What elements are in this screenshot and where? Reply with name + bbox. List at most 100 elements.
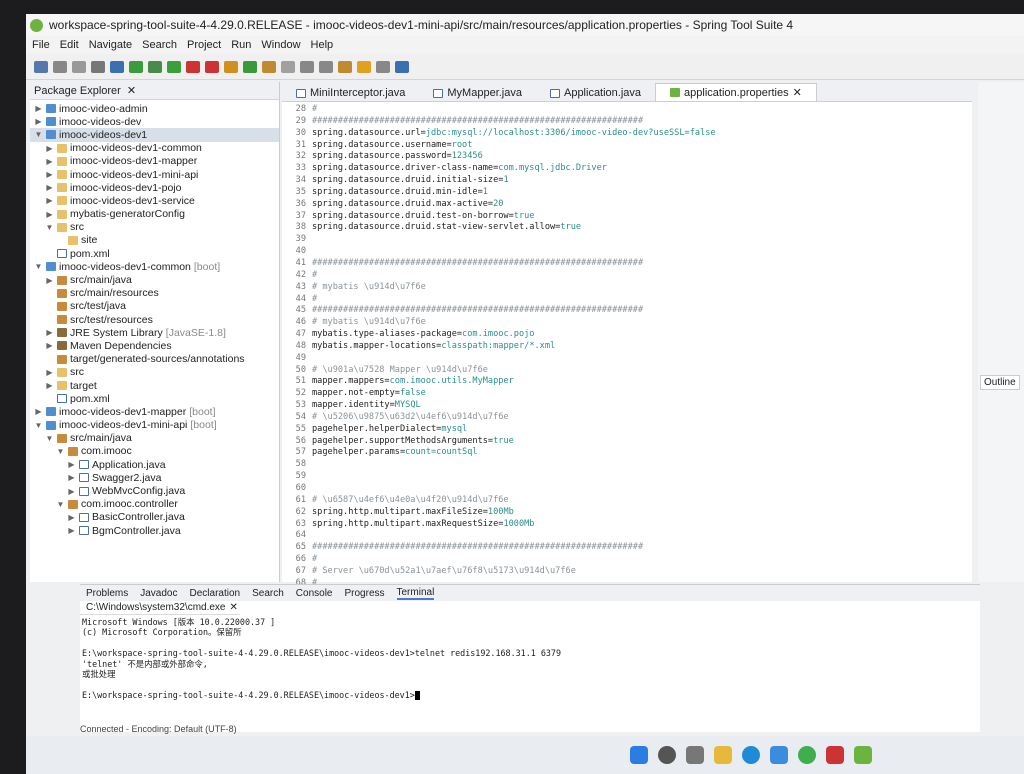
tree-item[interactable]: ▶ src	[30, 366, 279, 379]
tree-item[interactable]: ▶ imooc-video-admin	[30, 102, 279, 115]
chevron-right-icon[interactable]: ▶	[45, 157, 54, 166]
chevron-right-icon[interactable]: ▶	[45, 210, 54, 219]
terminal-output[interactable]: Microsoft Windows [版本 10.0.22000.37 ] (c)…	[80, 615, 980, 702]
menu-file[interactable]: File	[32, 39, 50, 51]
toolbar-button-icon[interactable]	[319, 60, 333, 73]
chevron-down-icon[interactable]: ▼	[34, 130, 43, 139]
toolbar-button-icon[interactable]	[53, 60, 67, 73]
chevron-right-icon[interactable]: ▶	[45, 381, 54, 390]
tree-item[interactable]: ▼ src	[30, 221, 279, 234]
toolbar-button-icon[interactable]	[186, 60, 200, 73]
tree-item[interactable]: ▶ imooc-videos-dev1-common	[30, 142, 279, 155]
package-explorer-tab[interactable]: Package Explorer	[34, 85, 121, 97]
close-icon[interactable]: ✕	[793, 86, 802, 99]
tree-item[interactable]: ▶ imooc-videos-dev1-mini-api	[30, 168, 279, 181]
tab-progress[interactable]: Progress	[344, 588, 384, 599]
tree-item[interactable]: ▶ BgmController.java	[30, 524, 279, 537]
tree-item[interactable]: ▶ BasicController.java	[30, 511, 279, 524]
toolbar-button-icon[interactable]	[376, 60, 390, 73]
editor-tab[interactable]: application.properties ✕	[655, 83, 817, 101]
toolbar-button-icon[interactable]	[243, 60, 257, 73]
tree-item[interactable]: src/main/resources	[30, 287, 279, 300]
chevron-right-icon[interactable]: ▶	[45, 183, 54, 192]
chevron-right-icon[interactable]: ▶	[34, 407, 43, 416]
app-icon[interactable]	[826, 746, 844, 764]
start-icon[interactable]	[630, 746, 648, 764]
toolbar-button-icon[interactable]	[205, 60, 219, 73]
toolbar-button-icon[interactable]	[129, 60, 143, 73]
editor-tab[interactable]: Application.java	[536, 85, 655, 101]
tree-item[interactable]: ▶ JRE System Library [JavaSE-1.8]	[30, 326, 279, 339]
chevron-down-icon[interactable]: ▼	[56, 447, 65, 456]
tab-declaration[interactable]: Declaration	[190, 588, 241, 599]
chevron-right-icon[interactable]: ▶	[34, 104, 43, 113]
tree-item[interactable]: ▶ imooc-videos-dev1-pojo	[30, 181, 279, 194]
task-view-icon[interactable]	[686, 746, 704, 764]
outline-tab[interactable]: Outline	[980, 375, 1020, 390]
chevron-right-icon[interactable]: ▶	[67, 526, 76, 535]
tree-item[interactable]: ▶ Maven Dependencies	[30, 339, 279, 352]
sts-icon[interactable]	[854, 746, 872, 764]
tree-item[interactable]: ▼ imooc-videos-dev1-mini-api [boot]	[30, 419, 279, 432]
tree-item[interactable]: ▶ mybatis-generatorConfig	[30, 208, 279, 221]
chevron-right-icon[interactable]: ▶	[45, 368, 54, 377]
chevron-right-icon[interactable]: ▶	[67, 487, 76, 496]
tree-item[interactable]: src/test/java	[30, 300, 279, 313]
toolbar-button-icon[interactable]	[34, 60, 48, 73]
toolbar-button-icon[interactable]	[224, 60, 238, 73]
chevron-down-icon[interactable]: ▼	[56, 500, 65, 509]
chevron-down-icon[interactable]: ▼	[45, 223, 54, 232]
chevron-down-icon[interactable]: ▼	[34, 421, 43, 430]
menu-search[interactable]: Search	[142, 39, 177, 51]
toolbar-button-icon[interactable]	[395, 60, 409, 73]
tree-item[interactable]: src/test/resources	[30, 313, 279, 326]
terminal-session-tab[interactable]: C:\Windows\system32\cmd.exe ✕	[80, 601, 240, 615]
tab-search[interactable]: Search	[252, 588, 284, 599]
menu-navigate[interactable]: Navigate	[89, 39, 132, 51]
toolbar-button-icon[interactable]	[167, 60, 181, 73]
tab-console[interactable]: Console	[296, 588, 333, 599]
menu-window[interactable]: Window	[261, 39, 300, 51]
toolbar-button-icon[interactable]	[91, 60, 105, 73]
tree-item[interactable]: ▼ com.imooc	[30, 445, 279, 458]
chevron-down-icon[interactable]: ▼	[34, 262, 43, 271]
tab-problems[interactable]: Problems	[86, 588, 128, 599]
close-icon[interactable]: ✕	[127, 84, 136, 97]
chevron-right-icon[interactable]: ▶	[45, 196, 54, 205]
chevron-right-icon[interactable]: ▶	[45, 144, 54, 153]
toolbar-button-icon[interactable]	[148, 60, 162, 73]
tab-javadoc[interactable]: Javadoc	[140, 588, 177, 599]
store-icon[interactable]	[770, 746, 788, 764]
editor-tab[interactable]: MiniInterceptor.java	[282, 85, 419, 101]
tree-item[interactable]: ▼ com.imooc.controller	[30, 498, 279, 511]
toolbar-button-icon[interactable]	[338, 60, 352, 73]
tree-item[interactable]: ▶ target	[30, 379, 279, 392]
chevron-right-icon[interactable]: ▶	[67, 513, 76, 522]
tree-item[interactable]: ▶ WebMvcConfig.java	[30, 484, 279, 497]
tree-item[interactable]: pom.xml	[30, 247, 279, 260]
tree-item[interactable]: ▶ imooc-videos-dev1-service	[30, 194, 279, 207]
edge-icon[interactable]	[742, 746, 760, 764]
tree-item[interactable]: site	[30, 234, 279, 247]
toolbar-button-icon[interactable]	[357, 60, 371, 73]
tree-item[interactable]: pom.xml	[30, 392, 279, 405]
app-icon[interactable]	[798, 746, 816, 764]
tree-item[interactable]: ▶ Application.java	[30, 458, 279, 471]
tree-item[interactable]: ▶ src/main/java	[30, 273, 279, 286]
toolbar-button-icon[interactable]	[300, 60, 314, 73]
chevron-down-icon[interactable]: ▼	[45, 434, 54, 443]
tree-item[interactable]: ▼ imooc-videos-dev1	[30, 128, 279, 142]
menu-run[interactable]: Run	[231, 39, 251, 51]
toolbar-button-icon[interactable]	[281, 60, 295, 73]
chevron-right-icon[interactable]: ▶	[45, 328, 54, 337]
tree-item[interactable]: ▶ Swagger2.java	[30, 471, 279, 484]
tree-item[interactable]: ▶ imooc-videos-dev1-mapper	[30, 155, 279, 168]
search-icon[interactable]	[658, 746, 676, 764]
toolbar-button-icon[interactable]	[262, 60, 276, 73]
tree-item[interactable]: target/generated-sources/annotations	[30, 353, 279, 366]
editor-tab[interactable]: MyMapper.java	[419, 85, 536, 101]
toolbar-button-icon[interactable]	[72, 60, 86, 73]
chevron-right-icon[interactable]: ▶	[67, 460, 76, 469]
tab-terminal[interactable]: Terminal	[396, 587, 435, 600]
chevron-right-icon[interactable]: ▶	[45, 276, 54, 285]
